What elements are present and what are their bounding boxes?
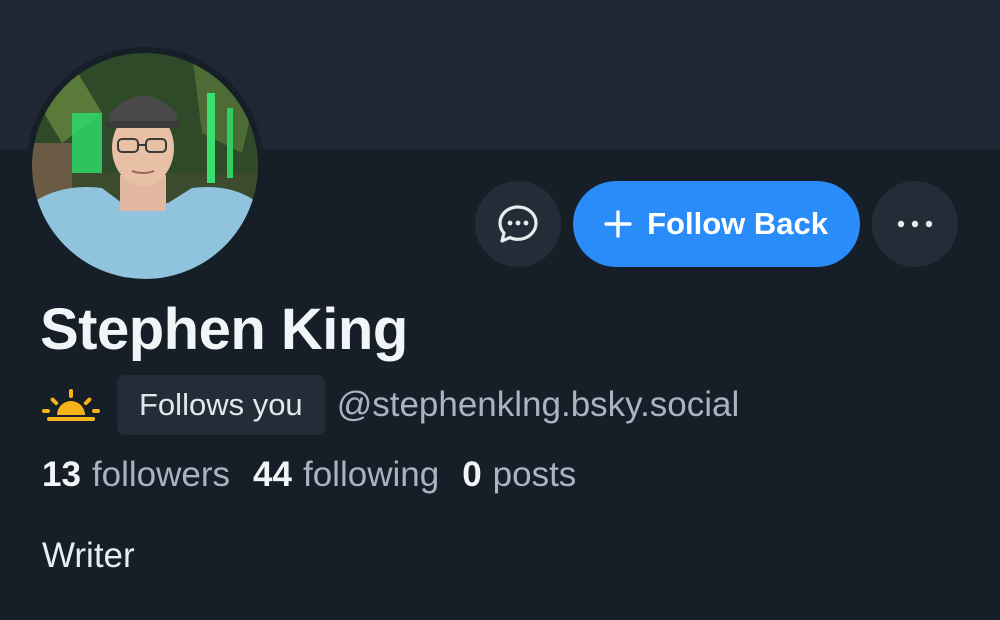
sunrise-emoji-icon: [42, 389, 100, 421]
followers-label: followers: [91, 455, 231, 494]
followers-count: 13: [42, 455, 81, 494]
avatar[interactable]: [26, 47, 264, 285]
plus-icon: [603, 209, 633, 239]
posts-stat: 0 posts: [462, 455, 576, 495]
profile-meta-row: Follows you @stephenklng.bsky.social: [42, 374, 739, 436]
posts-label: posts: [492, 455, 577, 494]
following-stat[interactable]: 44 following: [253, 455, 439, 495]
profile-stats: 13 followers 44 following 0 posts: [42, 455, 576, 495]
profile-page: Follow Back Stephen King Follows you @st…: [0, 0, 1000, 620]
following-label: following: [302, 455, 440, 494]
following-count: 44: [253, 455, 292, 494]
ellipsis-icon: [897, 220, 933, 228]
posts-count: 0: [462, 455, 482, 494]
message-button[interactable]: [475, 181, 562, 267]
avatar-photo: [32, 53, 258, 279]
profile-actions: Follow Back: [475, 181, 958, 267]
chat-bubble-icon: [498, 205, 538, 243]
more-options-button[interactable]: [872, 181, 958, 267]
user-handle[interactable]: @stephenklng.bsky.social: [337, 385, 740, 425]
display-name: Stephen King: [40, 297, 408, 362]
profile-bio: Writer: [42, 536, 135, 575]
follows-you-badge: Follows you: [117, 375, 325, 435]
follow-back-label: Follow Back: [647, 206, 828, 241]
followers-stat[interactable]: 13 followers: [42, 455, 230, 495]
follow-back-button[interactable]: Follow Back: [573, 181, 860, 267]
